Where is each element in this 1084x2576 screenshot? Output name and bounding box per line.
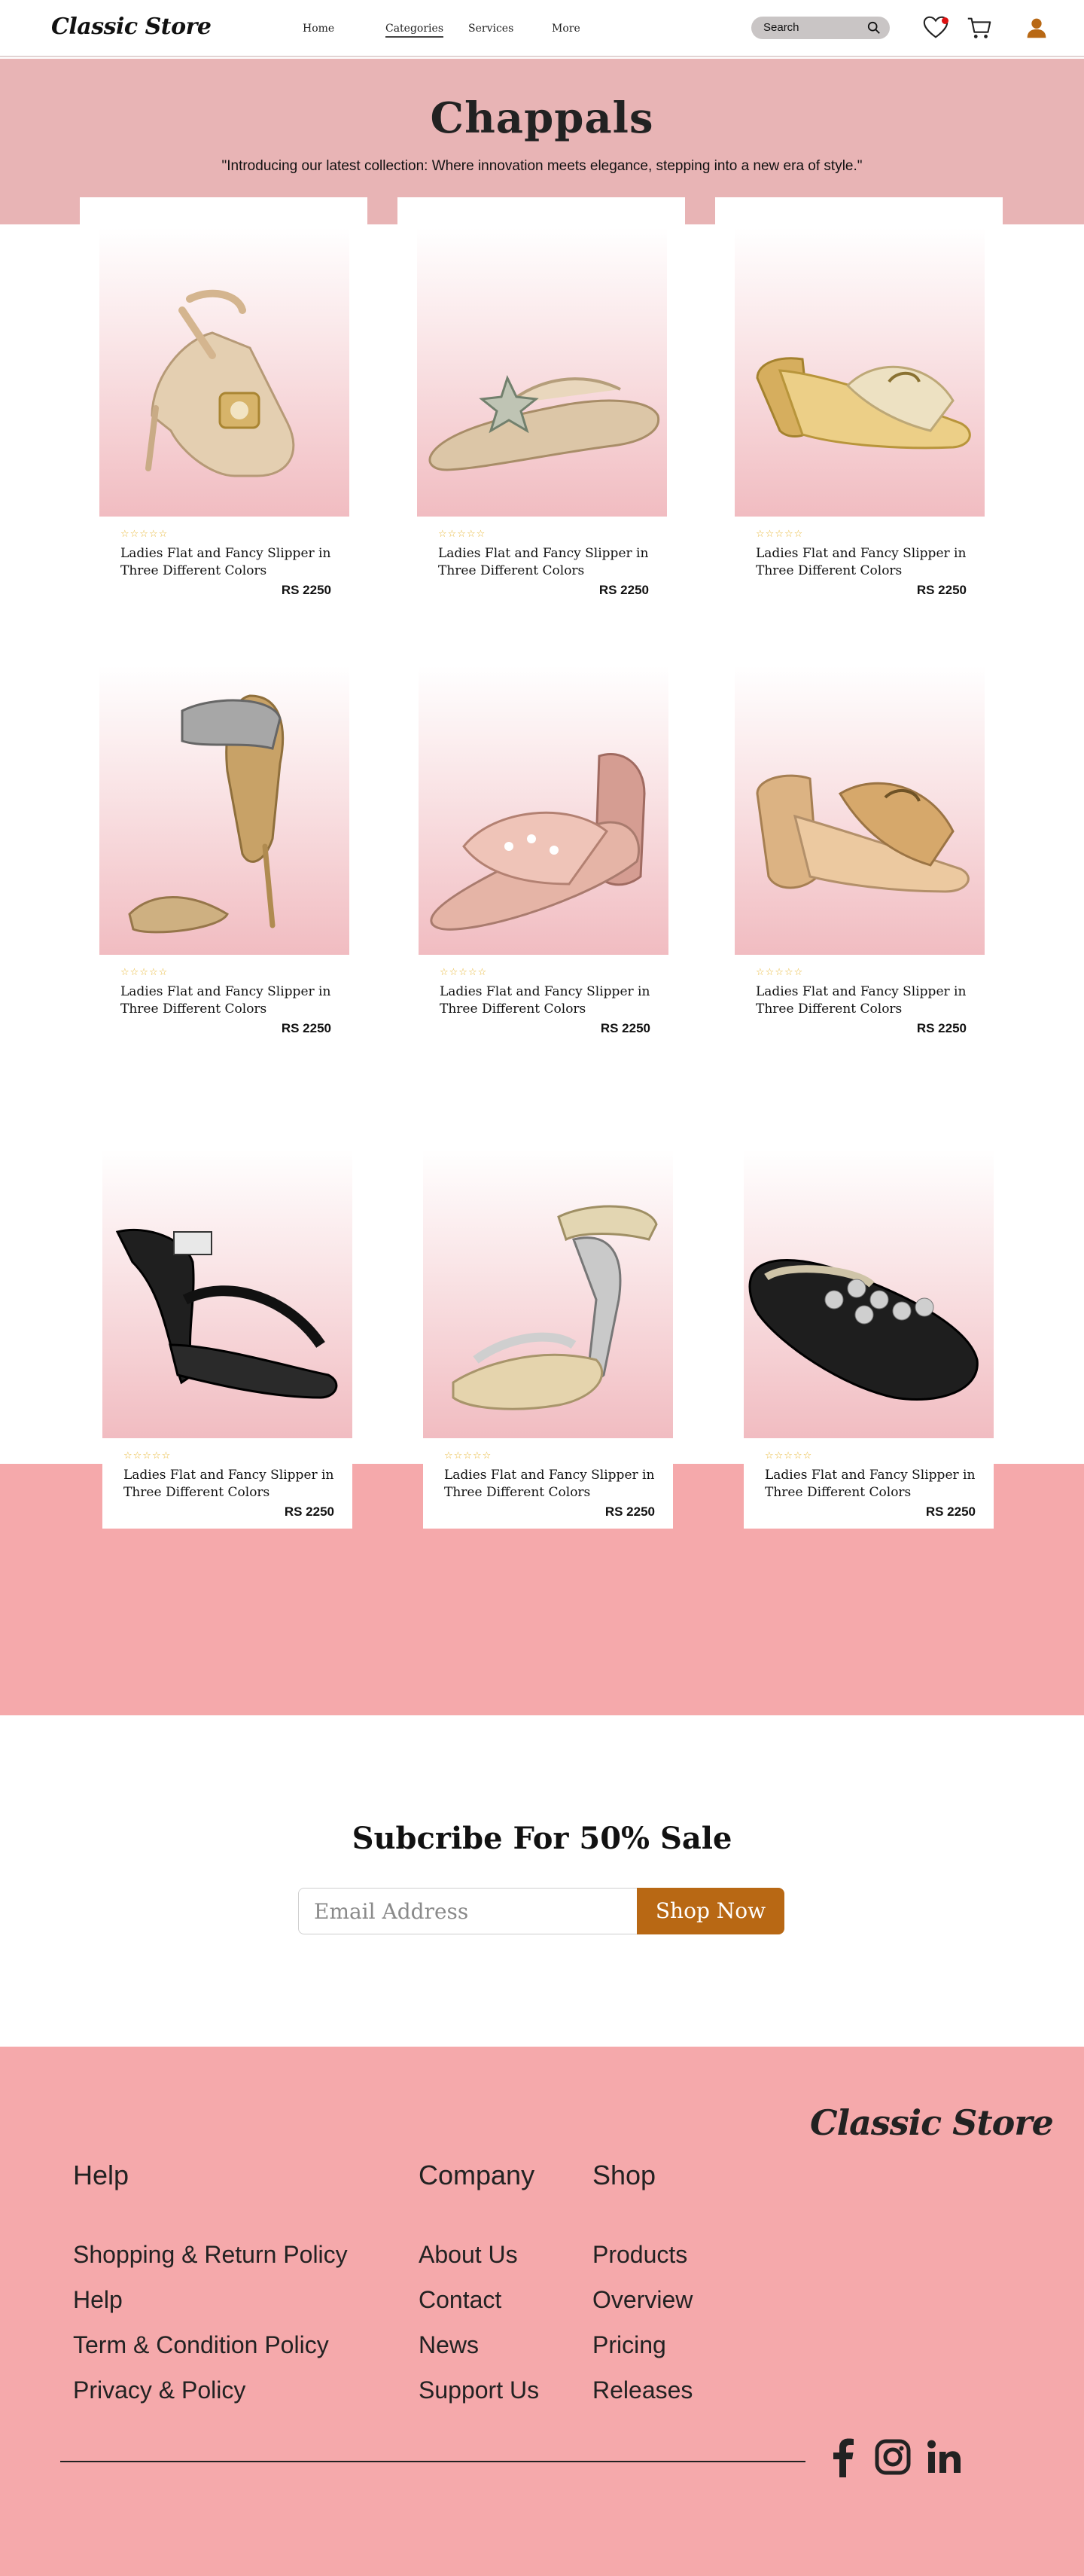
footer-link[interactable]: Term & Condition Policy (73, 2331, 329, 2359)
sandal-illustration (748, 1259, 979, 1401)
product-name[interactable]: Ladies Flat and Fancy Slipper in Three D… (123, 1467, 342, 1501)
wishlist-badge (942, 17, 948, 24)
footer-link[interactable]: Privacy & Policy (73, 2376, 245, 2404)
site-footer: Classic Store Help Shopping & Return Pol… (0, 2047, 1084, 2576)
product-info: ☆☆☆☆☆ Ladies Flat and Fancy Slipper in T… (744, 1438, 994, 1529)
footer-shop-title: Shop (592, 2160, 656, 2190)
rating-stars: ☆☆☆☆☆ (756, 967, 804, 978)
sandal-illustration (145, 289, 295, 477)
sandal-illustration (756, 774, 970, 893)
instagram-icon[interactable] (873, 2434, 912, 2480)
footer-link[interactable]: About Us (419, 2241, 518, 2269)
rating-stars: ☆☆☆☆☆ (438, 529, 486, 540)
user-icon[interactable] (1022, 14, 1051, 42)
footer-link[interactable]: Products (592, 2241, 687, 2269)
product-price: RS 2250 (925, 1504, 976, 1519)
email-field[interactable] (299, 1889, 638, 1934)
footer-link[interactable]: News (419, 2331, 479, 2359)
product-name[interactable]: Ladies Flat and Fancy Slipper in Three D… (440, 983, 658, 1018)
product-image[interactable] (735, 227, 985, 517)
footer-company-title: Company (419, 2160, 535, 2190)
hero-subtitle: "Introducing our latest collection: Wher… (221, 158, 863, 174)
shop-now-button[interactable]: Shop Now (637, 1888, 784, 1934)
footer-link[interactable]: Releases (592, 2376, 693, 2404)
footer-logo[interactable]: Classic Store (810, 2102, 1054, 2143)
rating-stars: ☆☆☆☆☆ (440, 967, 488, 978)
nav-services[interactable]: Services (468, 23, 513, 35)
sandal-illustration (428, 374, 660, 471)
linkedin-icon[interactable] (924, 2434, 964, 2480)
footer-link[interactable]: Help (73, 2286, 123, 2314)
cart-icon[interactable] (965, 14, 994, 42)
product-info: ☆☆☆☆☆ Ladies Flat and Fancy Slipper in T… (735, 517, 985, 607)
product-image[interactable] (417, 227, 667, 517)
product-name[interactable]: Ladies Flat and Fancy Slipper in Three D… (756, 983, 974, 1018)
search-bar[interactable]: Search (751, 17, 890, 39)
rating-stars: ☆☆☆☆☆ (123, 1450, 172, 1462)
product-name[interactable]: Ladies Flat and Fancy Slipper in Three D… (120, 545, 339, 580)
nav-home[interactable]: Home (303, 23, 334, 35)
product-info: ☆☆☆☆☆ Ladies Flat and Fancy Slipper in T… (735, 955, 985, 1045)
product-info: ☆☆☆☆☆ Ladies Flat and Fancy Slipper in T… (102, 1438, 352, 1529)
email-field-wrapper[interactable] (298, 1888, 638, 1934)
sandal-illustration (115, 1228, 338, 1399)
product-price: RS 2250 (284, 1504, 334, 1519)
product-image[interactable] (744, 1149, 994, 1438)
rating-stars: ☆☆☆☆☆ (765, 1450, 813, 1462)
product-price: RS 2250 (600, 1021, 650, 1035)
search-placeholder[interactable]: Search (763, 21, 799, 34)
product-name[interactable]: Ladies Flat and Fancy Slipper in Three D… (756, 545, 974, 580)
product-name[interactable]: Ladies Flat and Fancy Slipper in Three D… (765, 1467, 983, 1501)
nav-categories[interactable]: Categories (385, 23, 443, 38)
site-logo[interactable]: Classic Store (51, 14, 212, 40)
footer-divider (60, 2461, 805, 2462)
footer-link[interactable]: Contact (419, 2286, 501, 2314)
nav-more[interactable]: More (552, 23, 580, 35)
product-image[interactable] (423, 1149, 673, 1438)
sandal-illustration (756, 357, 971, 450)
footer-link[interactable]: Overview (592, 2286, 693, 2314)
site-header: Classic Store Home Categories Services M… (0, 0, 1084, 57)
footer-link[interactable]: Shopping & Return Policy (73, 2241, 348, 2269)
facebook-icon[interactable] (824, 2434, 863, 2480)
product-info: ☆☆☆☆☆ Ladies Flat and Fancy Slipper in T… (99, 517, 349, 607)
product-name[interactable]: Ladies Flat and Fancy Slipper in Three D… (444, 1467, 662, 1501)
product-info: ☆☆☆☆☆ Ladies Flat and Fancy Slipper in T… (99, 955, 349, 1045)
rating-stars: ☆☆☆☆☆ (120, 967, 169, 978)
product-image[interactable] (99, 227, 349, 517)
sandal-illustration (452, 1205, 658, 1410)
product-price: RS 2250 (916, 1021, 967, 1035)
rating-stars: ☆☆☆☆☆ (756, 529, 804, 540)
sandal-illustration (430, 752, 646, 931)
product-image[interactable] (99, 666, 349, 955)
product-image[interactable] (735, 666, 985, 955)
product-info: ☆☆☆☆☆ Ladies Flat and Fancy Slipper in T… (419, 955, 668, 1045)
footer-help-title: Help (73, 2160, 129, 2190)
footer-link[interactable]: Pricing (592, 2331, 666, 2359)
product-price: RS 2250 (916, 583, 967, 597)
product-price: RS 2250 (604, 1504, 655, 1519)
product-info: ☆☆☆☆☆ Ladies Flat and Fancy Slipper in T… (417, 517, 667, 607)
product-image[interactable] (102, 1149, 352, 1438)
footer-link[interactable]: Support Us (419, 2376, 539, 2404)
product-price: RS 2250 (281, 1021, 331, 1035)
rating-stars: ☆☆☆☆☆ (120, 529, 169, 540)
card-backdrop (715, 197, 1003, 227)
product-name[interactable]: Ladies Flat and Fancy Slipper in Three D… (120, 983, 339, 1018)
subscribe-title: Subcribe For 50% Sale (352, 1821, 732, 1856)
card-backdrop (80, 197, 367, 227)
card-backdrop (397, 197, 685, 227)
product-price: RS 2250 (598, 583, 649, 597)
product-price: RS 2250 (281, 583, 331, 597)
search-icon[interactable] (867, 21, 881, 35)
page-title: Chappals (430, 93, 654, 143)
product-info: ☆☆☆☆☆ Ladies Flat and Fancy Slipper in T… (423, 1438, 673, 1529)
sandal-illustration (128, 694, 285, 934)
product-name[interactable]: Ladies Flat and Fancy Slipper in Three D… (438, 545, 656, 580)
product-image[interactable] (419, 666, 668, 955)
rating-stars: ☆☆☆☆☆ (444, 1450, 492, 1462)
